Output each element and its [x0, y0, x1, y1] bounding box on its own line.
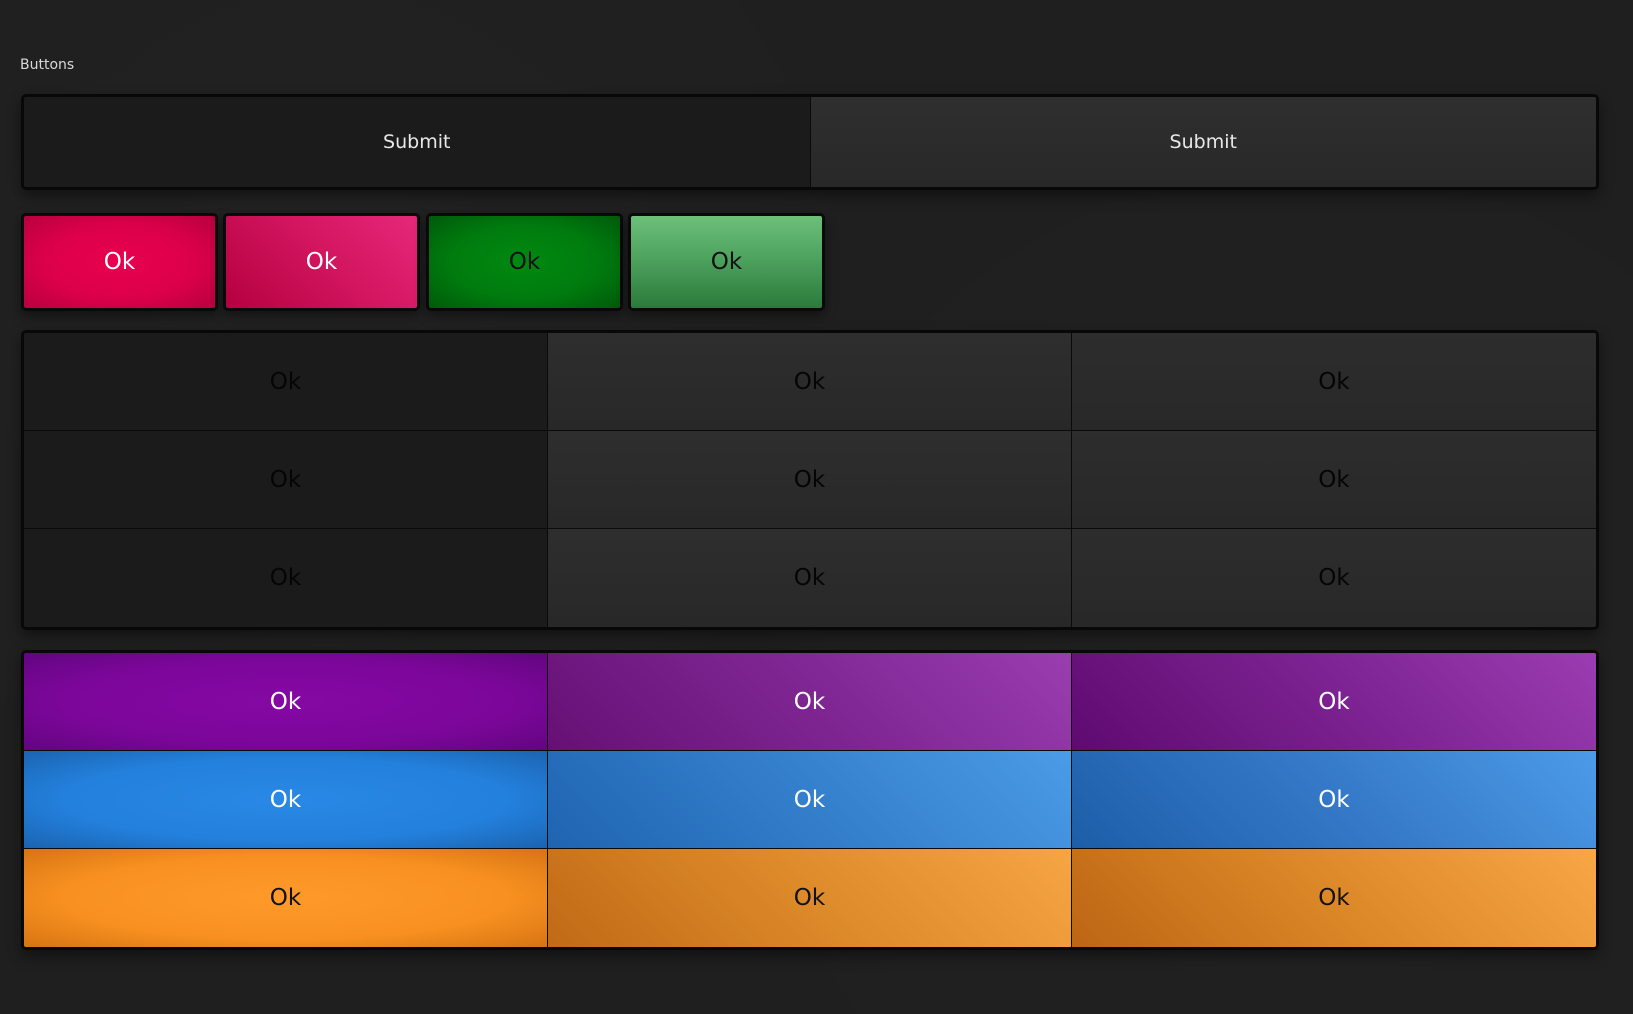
ok-button-light-green[interactable]: Ok [628, 213, 825, 311]
dark-grid-button[interactable]: Ok [24, 333, 548, 431]
section-title: Buttons [20, 57, 75, 73]
purple-grid-button[interactable]: Ok [24, 653, 548, 751]
orange-grid-button[interactable]: Ok [548, 849, 1072, 947]
dark-grid-button[interactable]: Ok [24, 529, 548, 627]
blue-grid-button[interactable]: Ok [1072, 751, 1596, 849]
blue-grid-button[interactable]: Ok [548, 751, 1072, 849]
dark-grid-button[interactable]: Ok [24, 431, 548, 529]
dark-grid-button[interactable]: Ok [548, 529, 1072, 627]
ok-button-crimson[interactable]: Ok [21, 213, 218, 311]
dark-grid-button[interactable]: Ok [1072, 529, 1596, 627]
orange-grid-button[interactable]: Ok [1072, 849, 1596, 947]
purple-grid-button[interactable]: Ok [1072, 653, 1596, 751]
submit-button-light[interactable]: Submit [810, 97, 1596, 187]
dark-grid-button[interactable]: Ok [548, 333, 1072, 431]
dark-grid-button[interactable]: Ok [1072, 333, 1596, 431]
dark-grid-button[interactable]: Ok [1072, 431, 1596, 529]
orange-grid-button[interactable]: Ok [24, 849, 548, 947]
purple-grid-button[interactable]: Ok [548, 653, 1072, 751]
submit-button-group: Submit Submit [21, 94, 1599, 190]
dark-button-grid: Ok Ok Ok Ok Ok Ok Ok Ok Ok [21, 330, 1599, 630]
color-button-grid: Ok Ok Ok Ok Ok Ok Ok Ok Ok [21, 650, 1599, 950]
ok-button-pink[interactable]: Ok [223, 213, 420, 311]
dark-grid-button[interactable]: Ok [548, 431, 1072, 529]
submit-button-dark[interactable]: Submit [24, 97, 811, 187]
ok-button-green[interactable]: Ok [426, 213, 623, 311]
blue-grid-button[interactable]: Ok [24, 751, 548, 849]
